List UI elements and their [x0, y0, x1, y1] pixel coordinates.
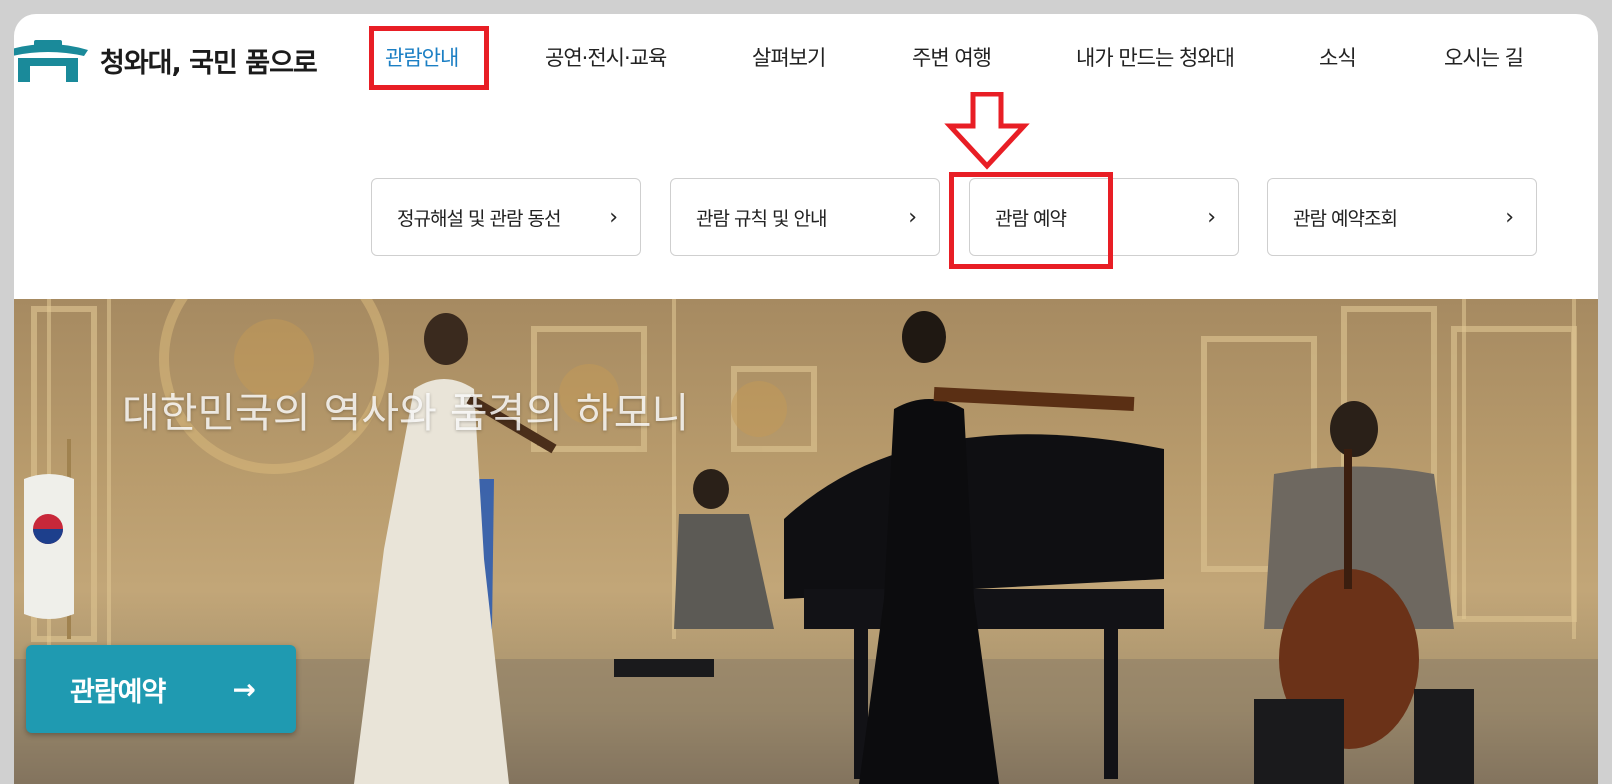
chevron-right-icon: ›	[908, 204, 917, 230]
cta-label: 관람예약	[70, 676, 166, 708]
submenu-item-visit-rules[interactable]: 관람 규칙 및 안내 ›	[670, 178, 940, 256]
site-header: 청와대, 국민 품으로 관람안내 공연·전시·교육 살펴보기 주변 여행 내가 …	[14, 14, 1598, 140]
submenu: 정규해설 및 관람 동선 › 관람 규칙 및 안내 › 관람 예약 › 관람 예…	[14, 139, 1598, 299]
submenu-item-guided-tour-route[interactable]: 정규해설 및 관람 동선 ›	[371, 178, 641, 256]
nav-item-directions[interactable]: 오시는 길	[1444, 42, 1524, 72]
page: 청와대, 국민 품으로 관람안내 공연·전시·교육 살펴보기 주변 여행 내가 …	[14, 14, 1598, 784]
highlight-box-reservation	[949, 172, 1113, 269]
submenu-item-label: 관람 예약조회	[1293, 207, 1398, 230]
chevron-right-icon: ›	[609, 204, 618, 230]
nav-item-nearby-travel[interactable]: 주변 여행	[912, 42, 992, 72]
nav-item-performance-exhibition-education[interactable]: 공연·전시·교육	[545, 42, 667, 72]
submenu-item-reservation-lookup[interactable]: 관람 예약조회 ›	[1267, 178, 1537, 256]
main-nav: 관람안내 공연·전시·교육 살펴보기 주변 여행 내가 만드는 청와대 소식 오…	[14, 14, 1598, 114]
nav-item-my-cheongwadae[interactable]: 내가 만드는 청와대	[1076, 42, 1235, 72]
submenu-item-label: 관람 규칙 및 안내	[696, 207, 827, 230]
submenu-item-label: 정규해설 및 관람 동선	[397, 207, 561, 230]
chevron-right-icon: ›	[1505, 204, 1514, 230]
chevron-right-icon: ›	[1207, 204, 1216, 230]
hero-headline: 대한민국의 역사와 품격의 하모니	[122, 389, 690, 437]
arrow-right-icon: →	[232, 672, 256, 706]
down-arrow-annotation-icon	[944, 92, 1030, 170]
reservation-cta-button[interactable]: 관람예약 →	[26, 645, 296, 733]
nav-item-explore[interactable]: 살펴보기	[752, 42, 826, 72]
highlight-box-nav	[369, 26, 489, 90]
hero-banner: 대한민국의 역사와 품격의 하모니 관람예약 →	[14, 299, 1598, 784]
nav-item-news[interactable]: 소식	[1319, 42, 1357, 72]
